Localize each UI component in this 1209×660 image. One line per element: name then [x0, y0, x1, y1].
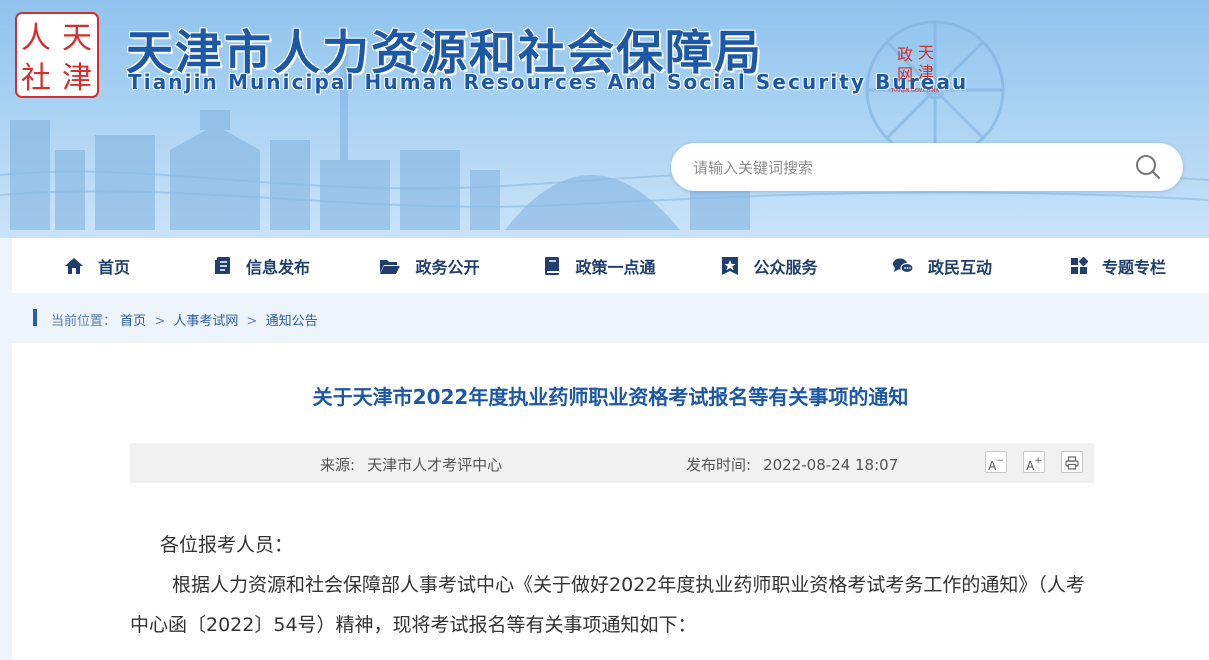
- chat-bubbles-icon: [892, 258, 914, 273]
- article-greeting: 各位报考人员：: [160, 534, 294, 556]
- breadcrumb-home-link[interactable]: 首页: [120, 314, 146, 329]
- document-icon: [214, 256, 230, 274]
- time-value: 2022-08-24 18:07: [763, 456, 899, 474]
- book-icon: [545, 256, 560, 275]
- time-label: 发布时间:: [686, 456, 752, 474]
- star-badge-icon: [722, 256, 739, 275]
- grid-icon: [1070, 256, 1088, 274]
- breadcrumb-separator: >: [246, 314, 258, 329]
- nav-item-interaction[interactable]: 政民互动: [857, 238, 1027, 293]
- nav-item-government-affairs[interactable]: 政务公开: [342, 238, 517, 293]
- article-body: 各位报考人员： 根据人力资源和社会保障部人事考试中心《关于做好2022年度执业药…: [130, 525, 1094, 645]
- breadcrumb-marker: [33, 309, 37, 326]
- site-title-english: Tianjin Municipal Human Resources And So…: [128, 70, 969, 94]
- site-header: 人 天 社 津 天津市人力资源和社会保障局 Tianjin Municipal …: [0, 0, 1209, 238]
- svg-text:津: 津: [918, 63, 934, 82]
- main-nav: 首页 信息发布 政务公开 政策一点通 公众服务 政民互动 专题专栏: [12, 238, 1209, 293]
- tianjin-gov-logo[interactable]: 政 天 网 津 TIANJIN.GOV.CHINA: [890, 40, 940, 94]
- search-icon[interactable]: [1135, 154, 1161, 180]
- svg-text:TIANJIN.GOV.CHINA: TIANJIN.GOV.CHINA: [890, 88, 940, 94]
- article-source: 来源: 天津市人才考评中心: [320, 454, 502, 475]
- article-publish-time: 发布时间: 2022-08-24 18:07: [686, 454, 898, 475]
- breadcrumb-separator: >: [154, 314, 166, 329]
- nav-label: 首页: [97, 257, 130, 277]
- breadcrumb-notice-link[interactable]: 通知公告: [266, 314, 318, 329]
- print-icon: [1065, 456, 1079, 470]
- svg-text:政: 政: [897, 45, 913, 64]
- svg-text:津: 津: [62, 61, 92, 96]
- svg-text:天: 天: [62, 21, 92, 56]
- svg-text:网: 网: [897, 65, 913, 84]
- hrss-seal-logo: 人 天 社 津: [15, 12, 99, 98]
- svg-text:天: 天: [918, 43, 934, 62]
- nav-label: 政策一点通: [575, 257, 656, 277]
- font-decrease-button[interactable]: A−: [985, 451, 1007, 473]
- nav-label: 公众服务: [753, 257, 818, 277]
- home-icon: [64, 257, 83, 274]
- nav-item-info[interactable]: 信息发布: [182, 238, 342, 293]
- nav-item-public-services[interactable]: 公众服务: [682, 238, 857, 293]
- article: 关于天津市2022年度执业药师职业资格考试报名等有关事项的通知 来源: 天津市人才…: [12, 343, 1209, 660]
- nav-label: 信息发布: [245, 257, 310, 277]
- font-increase-button[interactable]: A+: [1023, 451, 1045, 473]
- source-value: 天津市人才考评中心: [367, 456, 503, 474]
- nav-label: 专题专栏: [1101, 257, 1166, 277]
- nav-label: 政务公开: [415, 257, 480, 277]
- article-meta-bar: 来源: 天津市人才考评中心 发布时间: 2022-08-24 18:07 A− A+: [130, 443, 1094, 483]
- source-label: 来源:: [320, 456, 356, 474]
- nav-label: 政民互动: [927, 257, 992, 277]
- search-input[interactable]: [691, 155, 1115, 181]
- breadcrumb-exam-link[interactable]: 人事考试网: [173, 314, 238, 329]
- breadcrumb: 当前位置： 首页 > 人事考试网 > 通知公告: [12, 293, 1209, 343]
- article-title: 关于天津市2022年度执业药师职业资格考试报名等有关事项的通知: [312, 385, 909, 409]
- nav-item-home[interactable]: 首页: [12, 238, 182, 293]
- folder-open-icon: [380, 259, 401, 274]
- print-button[interactable]: [1061, 451, 1083, 473]
- svg-text:社: 社: [21, 61, 51, 96]
- svg-text:人: 人: [21, 21, 51, 56]
- nav-item-special-topics[interactable]: 专题专栏: [1027, 238, 1209, 293]
- search-box[interactable]: [671, 143, 1183, 191]
- breadcrumb-label: 当前位置：: [51, 314, 117, 329]
- nav-item-policy[interactable]: 政策一点通: [517, 238, 682, 293]
- article-paragraph: 根据人力资源和社会保障部人事考试中心《关于做好2022年度执业药师职业资格考试考…: [130, 574, 1085, 636]
